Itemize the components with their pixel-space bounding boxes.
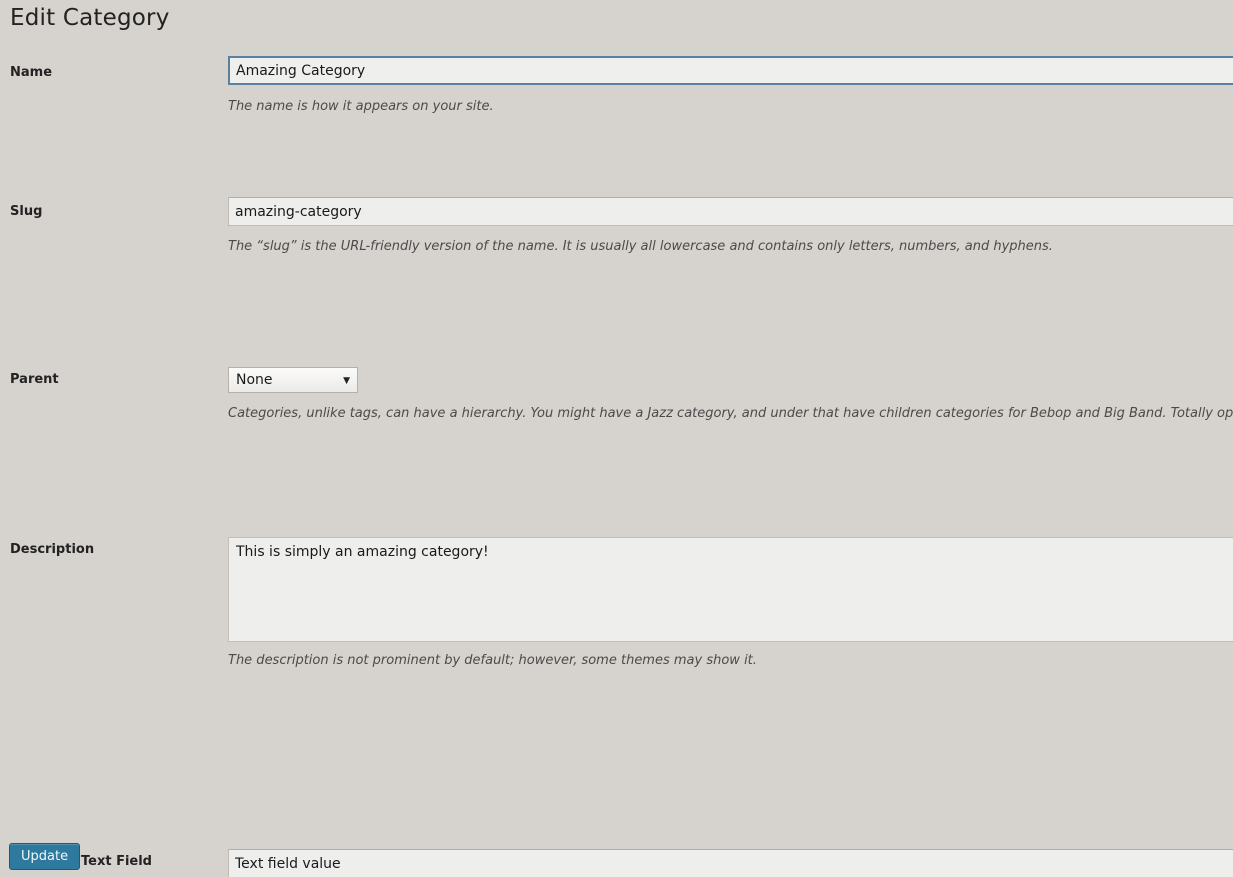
category-text-input[interactable] — [228, 849, 1233, 877]
update-button[interactable]: Update — [9, 843, 81, 870]
form-row-category-select: Category Select Field Value Two ▼ This i… — [0, 617, 1233, 702]
name-input[interactable] — [228, 56, 1233, 85]
category-form-table: Name The name is how it appears on your … — [0, 47, 1233, 877]
form-row-slug: Slug The “slug” is the URL-friendly vers… — [0, 102, 1233, 254]
form-row-parent: Parent None ▼ Categories, unlike tags, c… — [0, 186, 1233, 421]
edit-category-page: Edit Category Name The name is how it ap… — [0, 0, 1233, 877]
form-row-name: Name The name is how it appears on your … — [0, 47, 1233, 114]
form-row-category-radio: Category Radio Field Category Radio Valu… — [0, 702, 1233, 792]
page-title: Edit Category — [10, 5, 170, 31]
form-row-description: Description The description is not promi… — [0, 271, 1233, 668]
name-label: Name — [10, 65, 53, 80]
form-row-category-text: Category Text Field This is a text field — [0, 426, 1233, 877]
category-text-field-wrap: This is a text field — [228, 849, 1233, 877]
form-row-category-textarea: Category Textarea Field This is a textar… — [0, 510, 1233, 617]
